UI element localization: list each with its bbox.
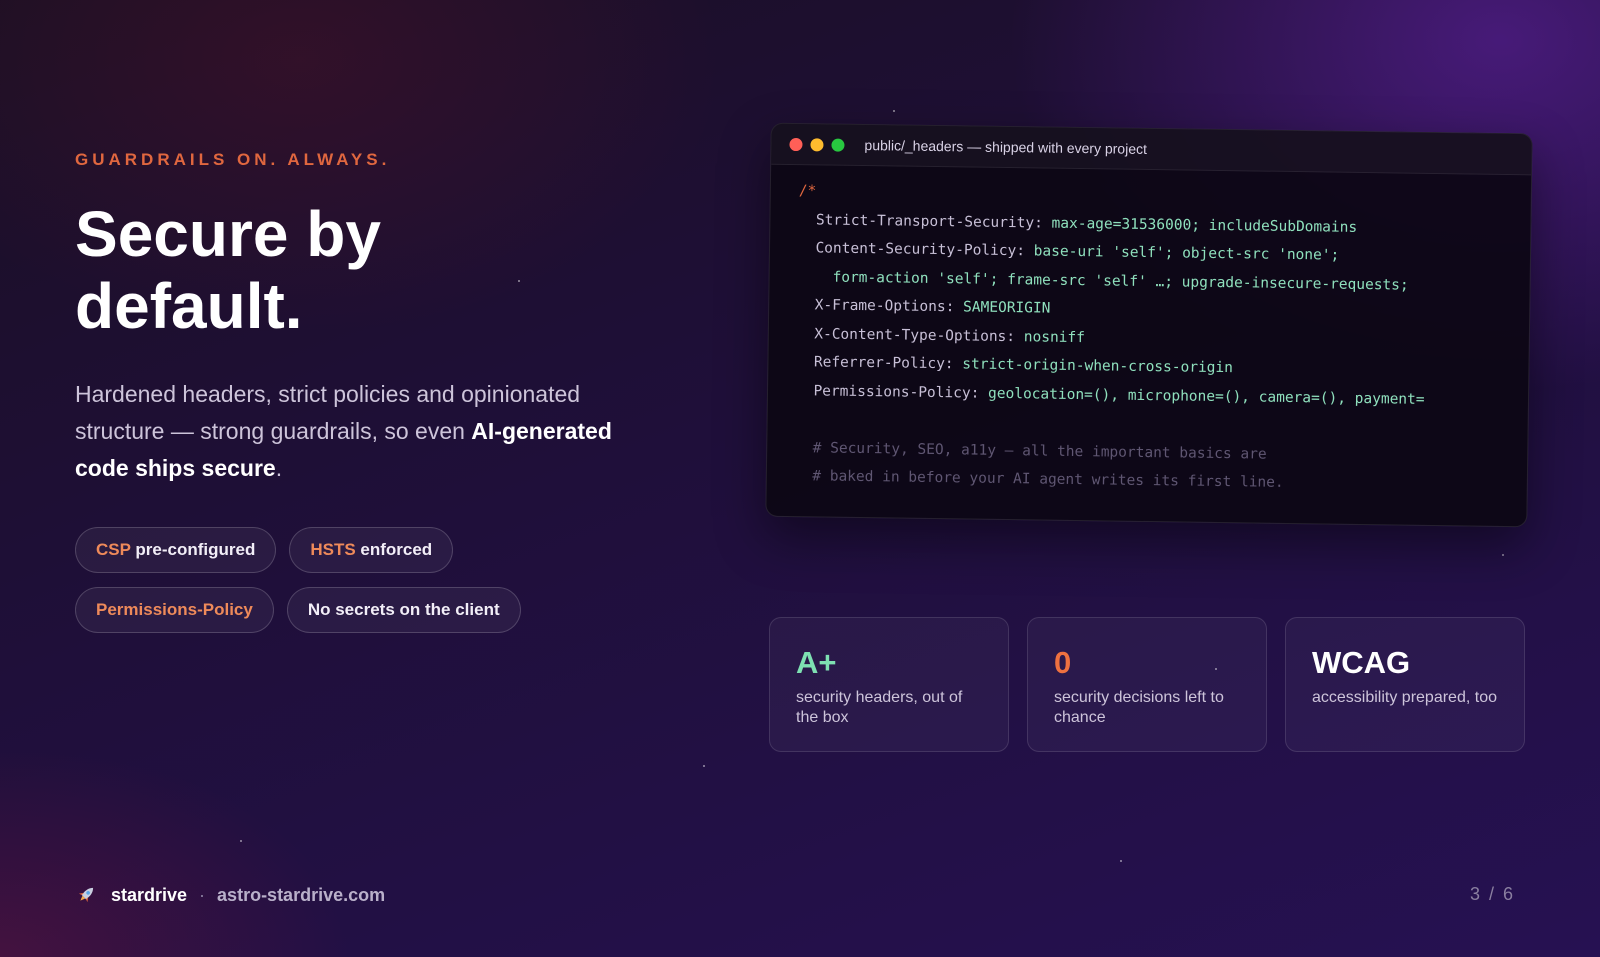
footer: stardrive · astro-stardrive.com	[75, 884, 385, 906]
code-comment: # baked in before your AI agent writes i…	[794, 468, 1284, 491]
footer-separator: ·	[199, 884, 206, 905]
lead-paragraph: Hardened headers, strict policies and op…	[75, 376, 645, 487]
code-path: /*	[798, 183, 817, 200]
header-name: Permissions-Policy:	[813, 382, 980, 402]
site-url-link[interactable]: astro-stardrive.com	[217, 885, 385, 906]
eyebrow-text: GUARDRAILS ON. ALWAYS.	[75, 150, 391, 169]
header-name: X-Content-Type-Options:	[814, 325, 1016, 345]
pill-hsts: HSTS enforced	[289, 527, 454, 573]
star-decoration	[240, 840, 242, 842]
brand-link[interactable]: stardrive	[111, 885, 187, 906]
stat-card-decisions: 0 security decisions left to chance	[1027, 617, 1267, 752]
stat-card-grade: A+ security headers, out of the box	[769, 617, 1009, 752]
header-value: nosniff	[1014, 328, 1086, 346]
stat-card-wcag: WCAG accessibility prepared, too	[1285, 617, 1525, 752]
pill-permissions-policy: Permissions-Policy	[75, 587, 274, 633]
star-decoration	[703, 765, 705, 767]
pill-highlight: CSP	[96, 540, 131, 559]
stat-description: accessibility prepared, too	[1312, 689, 1497, 706]
slide-counter: 3 / 6	[1470, 884, 1516, 904]
stats-row: A+ security headers, out of the box 0 se…	[769, 617, 1525, 752]
pill-highlight: Permissions-Policy	[96, 600, 253, 619]
header-name: X-Frame-Options:	[814, 297, 955, 316]
stat-value: WCAG	[1312, 645, 1411, 680]
star-decoration	[1502, 554, 1504, 556]
pill-highlight: HSTS	[310, 540, 356, 559]
rocket-icon	[75, 884, 97, 906]
header-value: geolocation=(), microphone=(), camera=()…	[979, 385, 1425, 408]
header-name: Strict-Transport-Security:	[815, 211, 1043, 232]
header-value: SAMEORIGIN	[954, 299, 1051, 317]
hero-section: GUARDRAILS ON. ALWAYS. Secure by default…	[75, 150, 675, 633]
feature-pills: CSP pre-configured HSTS enforced Permiss…	[75, 527, 595, 633]
title-line-2: default.	[75, 270, 303, 342]
pill-no-secrets: No secrets on the client	[286, 587, 521, 633]
pill-csp: CSP pre-configured	[75, 527, 277, 573]
lead-end: .	[275, 455, 283, 481]
stat-value: A+	[796, 645, 837, 680]
header-value: max-age=31536000; includeSubDomains	[1042, 215, 1358, 236]
header-value: form-action 'self'; frame-src 'self' …; …	[832, 269, 1409, 294]
minimize-dot-icon	[810, 137, 824, 151]
code-window: public/_headers — shipped with every pro…	[765, 122, 1533, 528]
pill-label: enforced	[355, 540, 433, 559]
header-value: base-uri 'self'; object-src 'none';	[1024, 243, 1340, 264]
pill-label: pre-configured	[130, 540, 256, 559]
stat-value: 0	[1054, 645, 1072, 680]
star-decoration	[893, 110, 895, 112]
title-line-1: Secure by	[75, 198, 381, 270]
stat-description: security headers, out of the box	[796, 689, 963, 726]
pill-label: No secrets on the client	[307, 600, 500, 619]
maximize-dot-icon	[831, 138, 845, 152]
code-comment: # Security, SEO, a11y — all the importan…	[795, 439, 1267, 463]
window-title: public/_headers — shipped with every pro…	[864, 137, 1148, 157]
stat-description: security decisions left to chance	[1054, 689, 1224, 726]
page-title: Secure by default.	[75, 198, 675, 342]
star-decoration	[1120, 860, 1122, 862]
header-value: strict-origin-when-cross-origin	[953, 356, 1234, 377]
close-dot-icon	[789, 137, 803, 151]
code-block: /* Strict-Transport-Security: max-age=31…	[767, 165, 1531, 501]
header-name: Referrer-Policy:	[813, 354, 954, 373]
header-name: Content-Security-Policy:	[815, 240, 1026, 260]
